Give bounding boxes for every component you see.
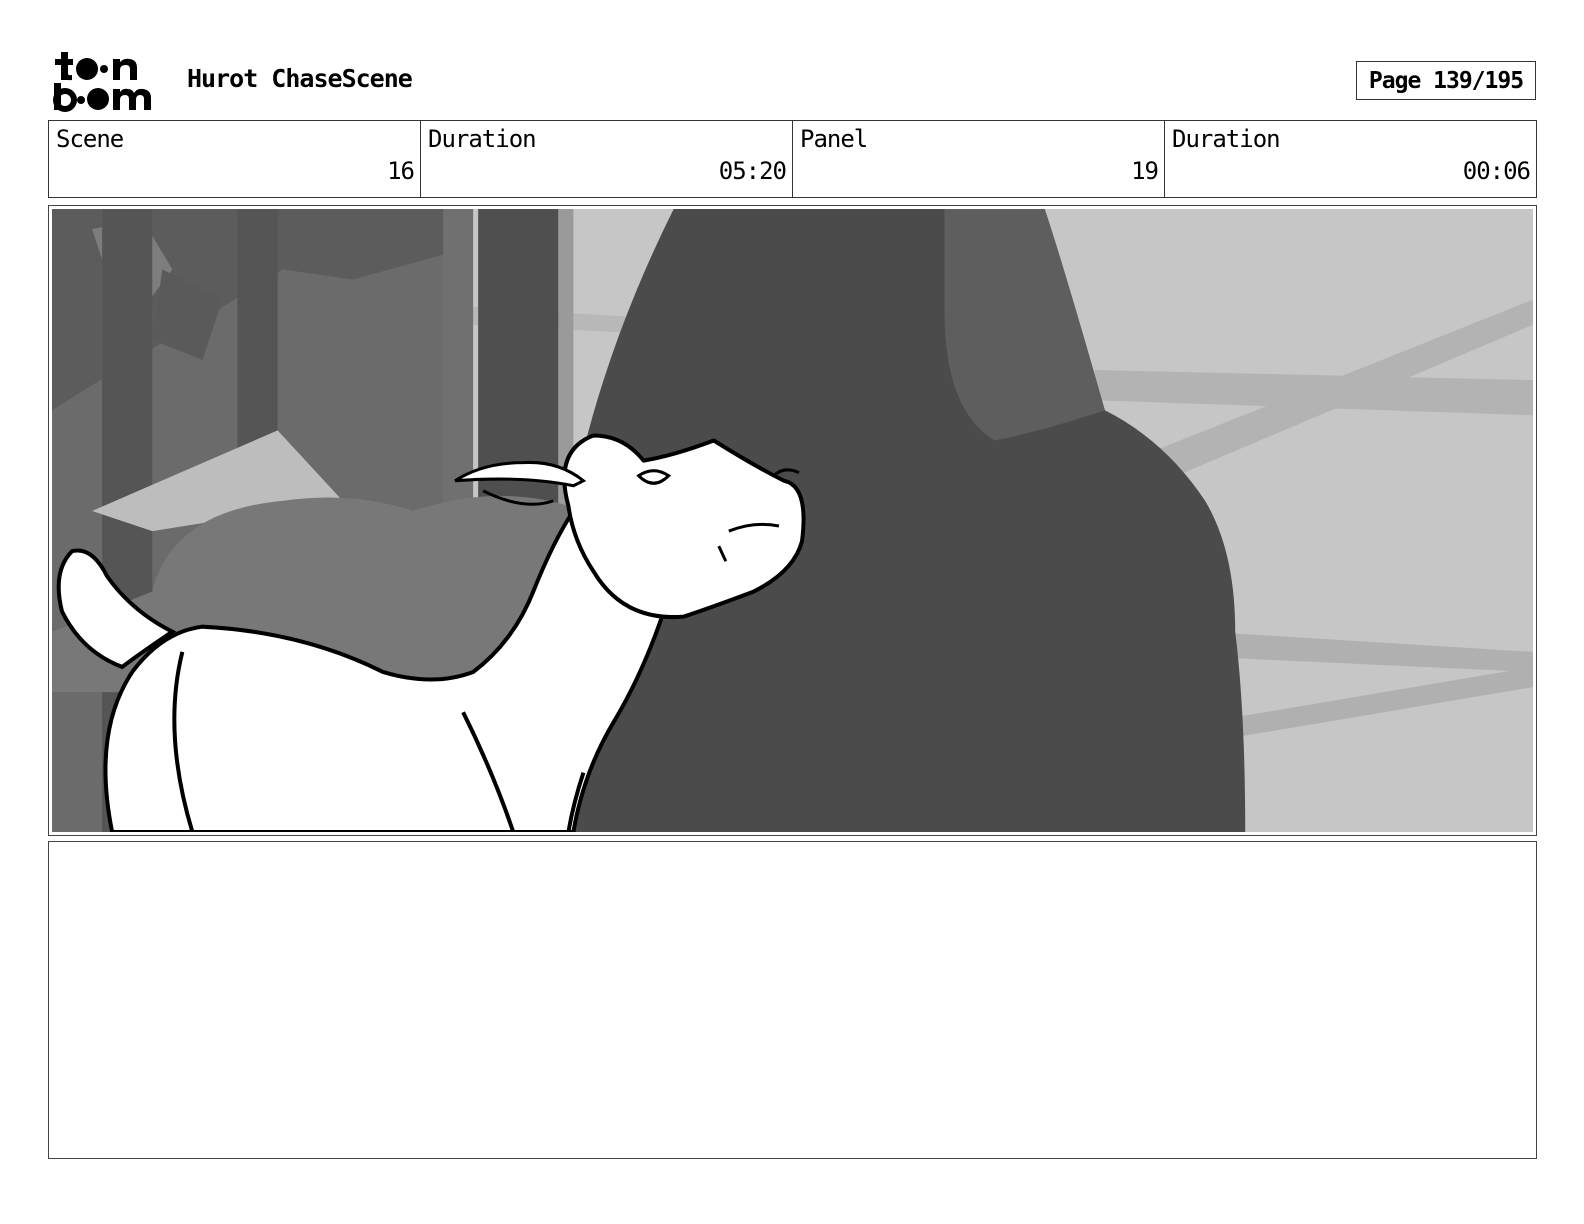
toon-boom-logo-icon	[52, 50, 164, 112]
scene-label: Scene	[56, 125, 124, 153]
panel-cell: Panel 19	[793, 121, 1165, 197]
panel-label: Panel	[800, 125, 868, 153]
panel-duration-value: 00:06	[1462, 157, 1531, 185]
scene-cell: Scene 16	[49, 121, 421, 197]
panel-notes-area	[48, 841, 1537, 1159]
scene-duration-label: Duration	[428, 125, 537, 153]
project-title: Hurot ChaseScene	[187, 64, 413, 93]
scene-value: 16	[387, 157, 415, 185]
scene-duration-cell: Duration 05:20	[421, 121, 793, 197]
panel-duration-cell: Duration 00:06	[1165, 121, 1536, 197]
storyboard-panel-image	[48, 205, 1537, 836]
panel-duration-label: Duration	[1172, 125, 1281, 153]
page-number-box: Page 139/195	[1356, 61, 1536, 100]
info-table: Scene 16 Duration 05:20 Panel 19 Duratio…	[48, 120, 1537, 198]
page-label: Page 139/195	[1368, 67, 1524, 94]
scene-duration-value: 05:20	[718, 157, 787, 185]
panel-value: 19	[1131, 157, 1159, 185]
